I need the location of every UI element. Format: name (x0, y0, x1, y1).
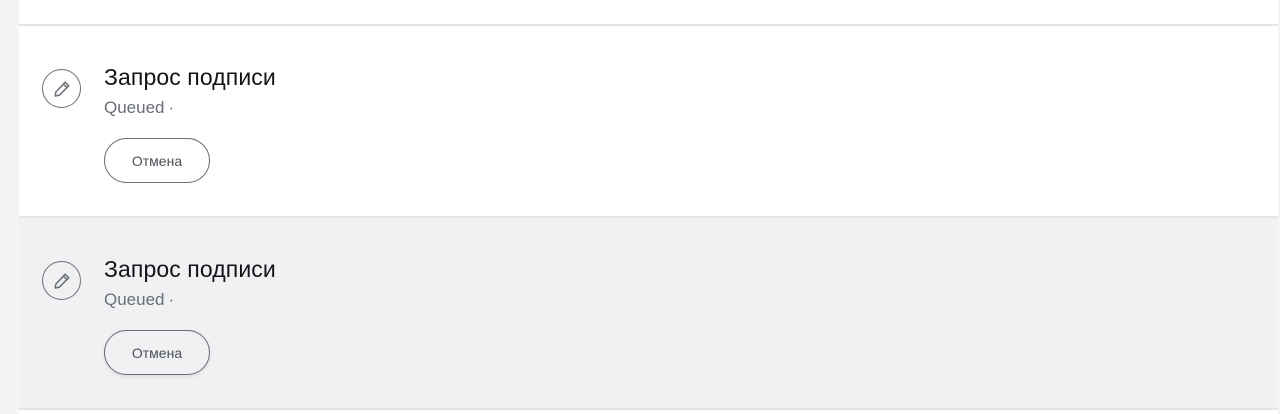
request-list: Запрос подписи Queued · Отмена Запрос под… (19, 0, 1278, 414)
previous-item (19, 0, 1278, 26)
pencil-icon (42, 69, 81, 108)
pencil-icon (42, 261, 81, 300)
status-separator: · (168, 290, 175, 309)
item-title: Запрос подписи (104, 256, 276, 282)
status-separator: · (168, 98, 175, 117)
list-item[interactable]: Запрос подписи Queued · Отмена (19, 26, 1278, 218)
status-text: Queued (104, 290, 165, 309)
page: Запрос подписи Queued · Отмена Запрос под… (0, 0, 1280, 414)
item-status: Queued · (104, 290, 174, 310)
item-status: Queued · (104, 98, 174, 118)
item-title: Запрос подписи (104, 64, 276, 90)
cancel-button[interactable]: Отмена (104, 138, 210, 183)
cancel-button[interactable]: Отмена (104, 330, 210, 375)
list-item[interactable]: Запрос подписи Queued · Отмена (19, 218, 1278, 410)
status-text: Queued (104, 98, 165, 117)
